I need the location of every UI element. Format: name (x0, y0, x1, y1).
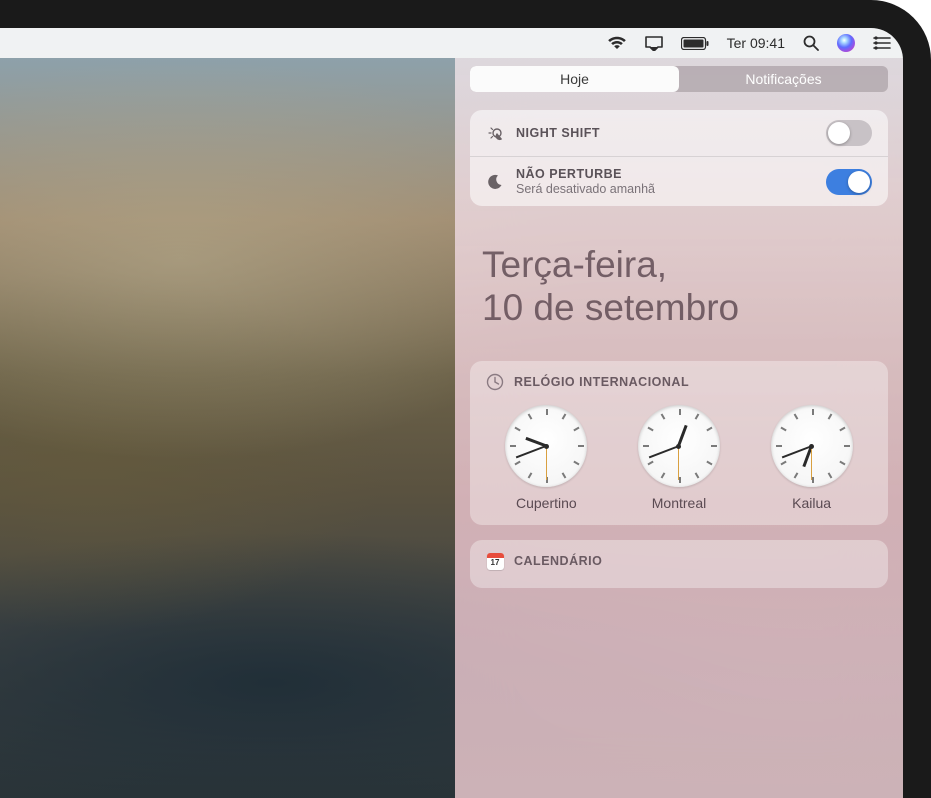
tab-today[interactable]: Hoje (470, 66, 679, 92)
calendar-title: CALENDÁRIO (514, 554, 602, 568)
calendar-icon (486, 552, 504, 570)
night-shift-row: NIGHT SHIFT (470, 110, 888, 156)
calendar-widget: CALENDÁRIO (470, 540, 888, 588)
clock-icon (486, 373, 504, 391)
world-clock-title: RELÓGIO INTERNACIONAL (514, 375, 689, 389)
dnd-subtitle: Será desativado amanhã (516, 182, 814, 196)
dnd-title: NÃO PERTURBE (516, 167, 814, 181)
night-shift-toggle[interactable] (826, 120, 872, 146)
quick-toggles-card: NIGHT SHIFT NÃO PERTURBE Será desativado… (470, 110, 888, 206)
clock-item: Kailua (771, 405, 853, 511)
clock-face (505, 405, 587, 487)
clock-item: Cupertino (505, 405, 587, 511)
world-clock-widget: RELÓGIO INTERNACIONAL Cupertino Montreal K… (470, 361, 888, 525)
tab-notifications[interactable]: Notificações (679, 66, 888, 92)
clock-city-label: Kailua (792, 495, 831, 511)
airplay-icon[interactable] (645, 36, 663, 51)
siri-icon[interactable] (837, 34, 855, 52)
dnd-row: NÃO PERTURBE Será desativado amanhã (470, 156, 888, 206)
date-line-2: 10 de setembro (482, 287, 876, 330)
clock-city-label: Cupertino (516, 495, 577, 511)
notification-center-icon[interactable] (873, 36, 891, 50)
nc-tab-bar: Hoje Notificações (470, 66, 888, 92)
moon-icon (486, 173, 504, 191)
night-shift-title: NIGHT SHIFT (516, 126, 814, 140)
night-shift-icon (486, 124, 504, 142)
clock-face (638, 405, 720, 487)
spotlight-icon[interactable] (803, 35, 819, 51)
notification-center-panel: Hoje Notificações NIGHT SHIFT NÃO PERTUR… (455, 58, 903, 798)
menubar-datetime[interactable]: Ter 09:41 (727, 35, 785, 51)
menu-bar: Ter 09:41 (0, 28, 903, 58)
dnd-toggle[interactable] (826, 169, 872, 195)
clock-item: Montreal (638, 405, 720, 511)
clock-face (771, 405, 853, 487)
battery-icon[interactable] (681, 37, 709, 50)
today-date-heading: Terça-feira, 10 de setembro (470, 226, 888, 361)
date-line-1: Terça-feira, (482, 244, 876, 287)
clock-city-label: Montreal (652, 495, 706, 511)
wifi-icon[interactable] (607, 36, 627, 50)
